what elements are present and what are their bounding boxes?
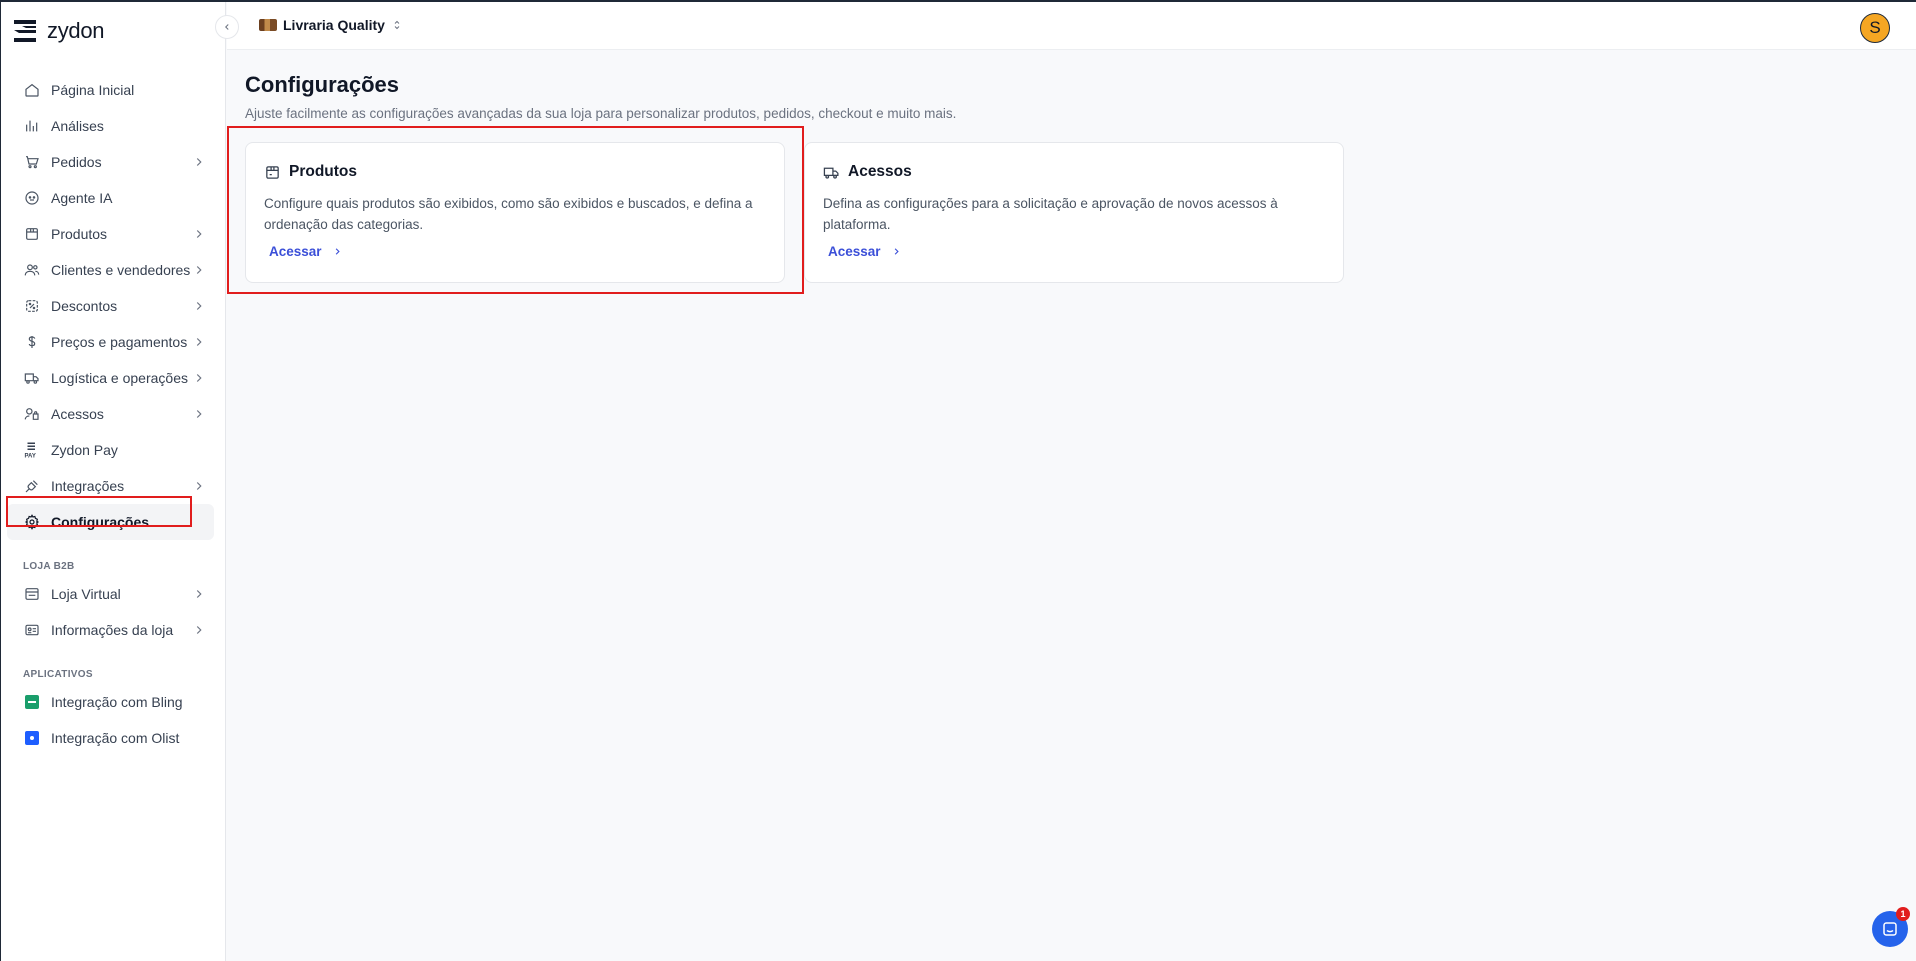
sidebar-item-integracoes[interactable]: Integrações <box>7 468 214 504</box>
sidebar-item-label: Zydon Pay <box>51 442 118 458</box>
sidebar-item-acessos[interactable]: Acessos <box>7 396 214 432</box>
access-icon <box>23 405 41 423</box>
chat-launcher-button[interactable]: 1 <box>1872 907 1910 947</box>
truck-icon <box>23 369 41 387</box>
sidebar-item-integracao-bling[interactable]: Integração com Bling <box>7 684 214 720</box>
chevron-right-icon <box>196 266 202 274</box>
sidebar: zydon Página Inicial Análises Pedidos Ag… <box>1 2 226 961</box>
sidebar-section-aplicativos: APLICATIVOS <box>23 669 93 680</box>
package-icon <box>266 165 279 179</box>
acessar-produtos-link[interactable]: Acessar <box>269 244 343 259</box>
store-icon <box>23 585 41 603</box>
cart-icon <box>23 153 41 171</box>
chat-icon <box>1883 922 1897 936</box>
users-icon <box>23 261 41 279</box>
discount-icon <box>23 297 41 315</box>
collapse-sidebar-button[interactable] <box>215 15 239 39</box>
card-title: Acessos <box>848 163 912 180</box>
chevron-right-icon <box>196 590 202 598</box>
sidebar-item-label: Clientes e vendedores <box>51 262 191 278</box>
card-description: Configure quais produtos são exibidos, c… <box>264 196 753 232</box>
chevron-right-icon <box>196 410 202 418</box>
sidebar-item-pagina-inicial[interactable]: Página Inicial <box>7 72 214 108</box>
chevron-right-icon <box>196 158 202 166</box>
store-name: Livraria Quality <box>283 17 385 33</box>
chevron-left-icon <box>225 24 229 30</box>
chevron-right-icon <box>196 338 202 346</box>
chevron-right-icon <box>196 482 202 490</box>
truck-access-icon <box>823 167 839 179</box>
sidebar-item-label: Configurações <box>51 514 150 530</box>
acessar-acessos-link[interactable]: Acessar <box>828 244 902 259</box>
sidebar-item-precos-pagamentos[interactable]: Preços e pagamentos <box>7 324 214 360</box>
card-header: Produtos <box>264 163 357 181</box>
card-description: Defina as configurações para a solicitaç… <box>823 196 1278 232</box>
sidebar-item-label: Integração com Bling <box>51 694 183 710</box>
sidebar-item-label: Análises <box>51 118 104 134</box>
sidebar-section-loja-b2b: LOJA B2B <box>23 561 75 572</box>
sidebar-item-produtos[interactable]: Produtos <box>7 216 214 252</box>
sidebar-item-label: Pedidos <box>51 154 102 170</box>
dollar-icon <box>23 333 41 351</box>
plug-icon <box>23 477 41 495</box>
sidebar-item-label: Informações da loja <box>51 622 174 638</box>
ai-agent-icon <box>23 189 41 207</box>
sidebar-item-label: Preços e pagamentos <box>51 334 188 350</box>
chevron-right-icon <box>196 302 202 310</box>
zydon-logo-icon <box>14 20 36 42</box>
notification-badge: 1 <box>1896 907 1910 921</box>
sidebar-item-integracao-olist[interactable]: Integração com Olist <box>7 720 214 756</box>
brand-name: zydon <box>47 18 105 43</box>
sidebar-item-label: Integrações <box>51 478 125 494</box>
sidebar-nav: Página Inicial Análises Pedidos Agente I… <box>7 72 214 756</box>
store-switcher[interactable]: Livraria Quality <box>259 17 403 33</box>
sidebar-item-informacoes-loja[interactable]: Informações da loja <box>7 612 214 648</box>
chevron-up-down-icon <box>394 20 400 30</box>
card-produtos[interactable]: Produtos Configure quais produtos são ex… <box>245 142 785 283</box>
olist-app-icon <box>23 729 41 747</box>
sidebar-item-clientes-vendedores[interactable]: Clientes e vendedores <box>7 252 214 288</box>
sidebar-item-label: Agente IA <box>51 190 113 206</box>
topbar: Livraria Quality S <box>227 2 1916 50</box>
card-title: Produtos <box>289 163 358 180</box>
sidebar-item-loja-virtual[interactable]: Loja Virtual <box>7 576 214 612</box>
page-title: Configurações <box>245 72 400 97</box>
sidebar-item-label: Loja Virtual <box>51 586 121 602</box>
gear-icon <box>23 513 41 531</box>
info-card-icon <box>23 621 41 639</box>
chevron-right-icon <box>335 248 340 255</box>
avatar[interactable]: S <box>1860 13 1890 43</box>
sidebar-item-descontos[interactable]: Descontos <box>7 288 214 324</box>
sidebar-item-zydon-pay[interactable]: PAY Zydon Pay <box>7 432 214 468</box>
sidebar-item-label: Logística e operações <box>51 370 188 386</box>
chevron-right-icon <box>196 626 202 634</box>
sidebar-item-logistica-operacoes[interactable]: Logística e operações <box>7 360 214 396</box>
chevron-right-icon <box>196 230 202 238</box>
sidebar-item-configuracoes[interactable]: Configurações <box>7 504 214 540</box>
sidebar-item-label: Descontos <box>51 298 118 314</box>
sidebar-item-label: Integração com Olist <box>51 730 180 746</box>
sidebar-item-analises[interactable]: Análises <box>7 108 214 144</box>
package-icon <box>23 225 41 243</box>
svg-text:PAY: PAY <box>25 454 36 460</box>
sidebar-item-pedidos[interactable]: Pedidos <box>7 144 214 180</box>
sidebar-item-label: Página Inicial <box>51 82 135 98</box>
sidebar-item-agente-ia[interactable]: Agente IA <box>7 180 214 216</box>
chevron-right-icon <box>196 374 202 382</box>
link-label: Acessar <box>269 244 322 259</box>
bar-chart-icon <box>23 117 41 135</box>
link-label: Acessar <box>828 244 881 259</box>
chevron-right-icon <box>894 248 899 255</box>
sidebar-item-label: Acessos <box>51 406 104 422</box>
zydon-pay-icon: PAY <box>23 441 41 459</box>
store-logo <box>259 19 277 31</box>
page-header: Configurações Ajuste facilmente as confi… <box>245 72 956 121</box>
logo[interactable]: zydon <box>13 18 105 44</box>
page-subtitle: Ajuste facilmente as configurações avanç… <box>245 106 957 121</box>
sidebar-item-label: Produtos <box>51 226 108 242</box>
bling-app-icon <box>23 693 41 711</box>
card-header: Acessos <box>823 163 912 181</box>
card-acessos[interactable]: Acessos Defina as configurações para a s… <box>804 142 1344 283</box>
home-icon <box>23 81 41 99</box>
